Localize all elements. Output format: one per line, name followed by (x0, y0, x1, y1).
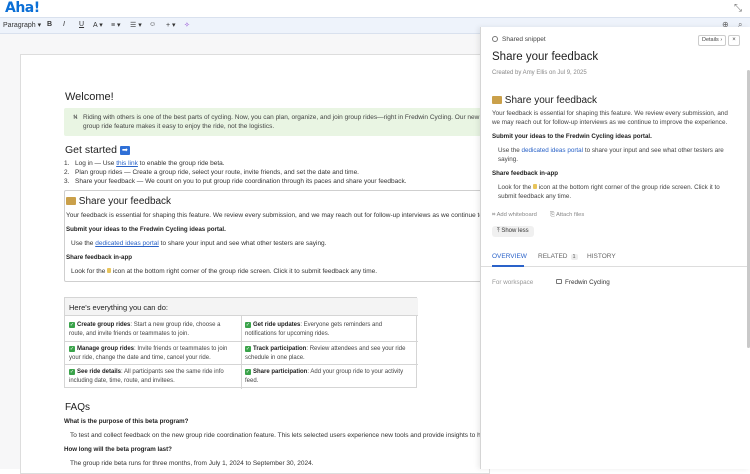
panel-meta: Created by Amy Ellis on Jul 9, 2025 (492, 70, 587, 76)
share-paragraph: Your feedback is essential for shaping t… (66, 212, 516, 219)
panel-header: Shared snippet (492, 36, 546, 43)
font-color-dropdown[interactable]: A ▾ (93, 21, 103, 29)
faq-heading: FAQs (65, 402, 91, 413)
panel-title[interactable]: Share your feedback (492, 51, 598, 63)
callout-text: Riding with others is one of the best pa… (83, 114, 480, 130)
inbox-icon (66, 197, 76, 205)
share-feedback-heading: Share your feedback (66, 196, 171, 207)
ideas-portal-link[interactable]: dedicated ideas portal (521, 147, 583, 154)
table-cell: ✓ Manage group rides: Invite friends or t… (69, 346, 228, 361)
shared-snippet-panel: Shared snippet Details › × Share your fe… (480, 27, 750, 469)
bold-button[interactable]: B (47, 21, 52, 28)
collapse-icon[interactable]: ⤡ (734, 3, 742, 14)
bicycle-icon: ⛕ (73, 114, 78, 121)
list-item: 3. Share your feedback — We count on you … (64, 178, 407, 185)
table-heading: Here's everything you can do: (65, 298, 418, 316)
in-app-feedback-label: Share feedback in-app (66, 254, 133, 261)
in-app-paragraph: Look for the icon at the bottom right co… (71, 268, 378, 275)
table-cell: ✓ Get ride updates: Everyone gets reminde… (245, 322, 383, 337)
attach-files-button[interactable]: ⎘ Attach files (550, 212, 584, 219)
table-cell: ✓ Create group rides: Start a new group r… (69, 322, 221, 337)
show-less-button[interactable]: ⤒ Show less (492, 226, 534, 237)
snippet-paragraph: Your feedback is essential for shaping t… (492, 110, 728, 126)
emoji-button[interactable]: ☺ (149, 21, 156, 28)
tab-history[interactable]: HISTORY (587, 253, 616, 260)
checkmark-icon: ✓ (245, 369, 251, 375)
shared-snippet-block[interactable]: Share your feedback Your feedback is ess… (64, 190, 515, 282)
tab-related[interactable]: RELATED 1 (538, 253, 578, 260)
close-button[interactable]: × (728, 35, 740, 46)
arrow-right-icon: ➡ (119, 146, 130, 155)
italic-button[interactable]: I (63, 21, 65, 28)
snippet-bold-label: Share feedback in-app (492, 170, 559, 177)
snippet-icon (492, 36, 498, 42)
active-tab-indicator (492, 265, 524, 267)
snippet-paragraph: Look for the icon at the bottom right co… (498, 184, 720, 200)
faq-question: How long will the beta program last? (64, 446, 172, 453)
inbox-icon (492, 96, 502, 104)
intro-callout: ⛕ Riding with others is one of the best … (64, 108, 484, 136)
details-button[interactable]: Details › (698, 35, 727, 46)
submit-ideas-label: Submit your ideas to the Fredwin Cycling… (66, 226, 226, 233)
workspace-icon (556, 279, 562, 284)
tab-overview[interactable]: OVERVIEW (492, 253, 527, 260)
workspace-label: For workspace (492, 279, 534, 286)
aha-logo[interactable]: Aha! (5, 0, 40, 16)
checkmark-icon: ✓ (69, 322, 75, 328)
list-item: 2. Plan group rides — Create a group ride… (64, 169, 359, 176)
snippet-bold-label: Submit your ideas to the Fredwin Cycling… (492, 133, 652, 140)
features-table: Here's everything you can do: ✓ Create gr… (64, 297, 418, 389)
underline-button[interactable]: U (79, 21, 84, 28)
paragraph-style-dropdown[interactable]: Paragraph ▾ (3, 21, 41, 29)
checkmark-icon: ✓ (245, 346, 251, 352)
align-dropdown[interactable]: ≡ ▾ (111, 21, 121, 29)
snippet-heading: Share your feedback (492, 95, 597, 106)
enable-beta-link[interactable]: this link (116, 160, 138, 167)
table-cell: ✓ See ride details: All participants see … (69, 369, 224, 384)
add-whiteboard-button[interactable]: ⌗ Add whiteboard (492, 212, 537, 219)
checkmark-icon: ✓ (69, 369, 75, 375)
table-cell: ✓ Track participation: Review attendees a… (245, 346, 406, 361)
list-item: 1. Log in — Use this link to enable the g… (64, 160, 225, 167)
top-bar: Aha! ⤡ (0, 0, 750, 17)
get-started-heading: Get started ➡ (65, 144, 130, 156)
list-dropdown[interactable]: ☰ ▾ (130, 21, 142, 29)
faq-question: What is the purpose of this beta program… (64, 418, 189, 425)
workspace-value[interactable]: Fredwin Cycling (556, 279, 610, 286)
checkmark-icon: ✓ (245, 322, 251, 328)
snippet-paragraph: Use the dedicated ideas portal to share … (498, 147, 724, 163)
ideas-portal-paragraph: Use the dedicated ideas portal to share … (71, 240, 327, 247)
table-cell: ✓ Share participation: Add your group rid… (245, 369, 404, 384)
related-count-badge: 1 (570, 254, 578, 260)
ai-assist-icon[interactable]: ✧ (184, 21, 190, 29)
checkmark-icon: ✓ (69, 346, 75, 352)
ideas-portal-link[interactable]: dedicated ideas portal (95, 240, 159, 247)
faq-answer: The group ride beta runs for three month… (70, 460, 314, 467)
steps-list: 1. Log in — Use this link to enable the g… (64, 159, 407, 186)
insert-dropdown[interactable]: + ▾ (166, 21, 176, 29)
welcome-heading: Welcome! (65, 91, 114, 103)
faq-answer: To test and collect feedback on the new … (70, 432, 511, 439)
